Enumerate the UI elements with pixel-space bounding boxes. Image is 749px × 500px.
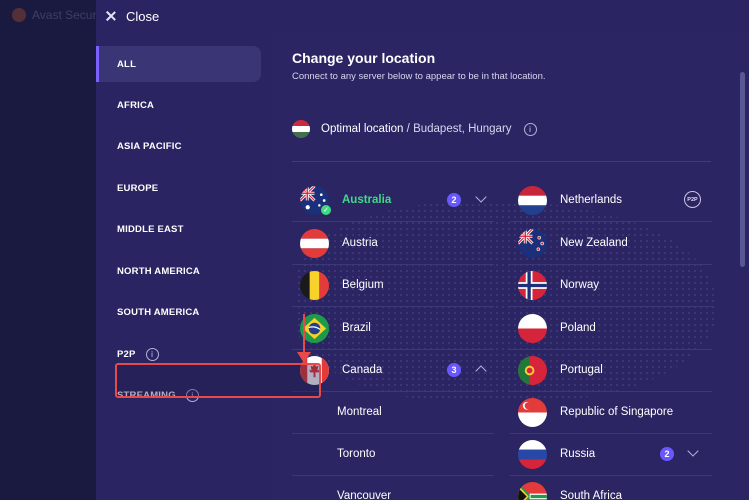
sidebar-item-label: NORTH AMERICA	[117, 265, 200, 277]
location-row-portugal[interactable]: Portugal	[518, 349, 712, 391]
location-name: New Zealand	[560, 237, 628, 249]
chevron-down-icon[interactable]	[687, 445, 699, 457]
location-name: Poland	[560, 322, 596, 334]
location-row-new-zealand[interactable]: New Zealand	[518, 222, 712, 264]
city-name: Vancouver	[337, 490, 392, 500]
chevron-up-icon[interactable]	[475, 365, 487, 377]
location-name: Brazil	[342, 322, 371, 334]
close-icon	[106, 11, 116, 21]
chevron-down-icon[interactable]	[475, 191, 487, 203]
page-subtitle: Connect to any server below to appear to…	[292, 71, 546, 82]
info-icon[interactable]: i	[145, 347, 159, 361]
optimal-location-city: Budapest, Hungary	[413, 123, 512, 135]
location-row-singapore[interactable]: Republic of Singapore	[518, 391, 712, 433]
server-count-badge: 3	[447, 363, 461, 377]
sidebar-item-europe[interactable]: EUROPE	[96, 170, 261, 206]
page-title: Change your location	[292, 50, 436, 66]
south-africa-flag-icon	[518, 481, 547, 500]
location-row-norway[interactable]: Norway	[518, 264, 712, 306]
location-row-belgium[interactable]: Belgium	[300, 264, 502, 306]
location-name: Norway	[560, 279, 599, 291]
location-name: South Africa	[560, 490, 623, 500]
location-row-russia[interactable]: Russia 2	[518, 433, 712, 475]
sidebar-item-label: AFRICA	[117, 99, 155, 111]
sidebar-item-north-america[interactable]: NORTH AMERICA	[96, 253, 261, 289]
optimal-location-separator: /	[406, 123, 410, 135]
optimal-location[interactable]: Optimal location / Budapest, Hungary i	[292, 120, 537, 138]
connected-check-icon: ✓	[320, 204, 332, 216]
topbar: Close	[96, 0, 749, 32]
sidebar-item-south-america[interactable]: SOUTH AMERICA	[96, 294, 261, 330]
new-zealand-flag-icon	[518, 228, 547, 258]
region-sidebar: ALL AFRICA ASIA PACIFIC EUROPE MIDDLE EA…	[96, 32, 272, 500]
annotation-highlight-box	[115, 363, 321, 398]
city-row-montreal[interactable]: Montreal	[292, 391, 494, 433]
hungary-flag-icon	[292, 120, 310, 138]
belgium-flag-icon	[300, 270, 329, 300]
p2p-badge: P2P	[684, 191, 701, 208]
info-icon[interactable]: i	[523, 122, 537, 136]
close-label: Close	[126, 8, 160, 24]
sidebar-item-label: ASIA PACIFIC	[117, 140, 182, 152]
city-name: Toronto	[337, 448, 376, 460]
location-name: Netherlands	[560, 194, 623, 206]
sidebar-item-asia-pacific[interactable]: ASIA PACIFIC	[96, 128, 261, 164]
location-row-poland[interactable]: Poland	[518, 307, 712, 349]
background-app-title-text: Avast Secure	[32, 8, 96, 22]
location-list-area: Change your location Connect to any serv…	[272, 32, 749, 500]
annotation-arrow-head-icon	[297, 352, 311, 363]
location-name: Belgium	[342, 279, 384, 291]
scrollbar-thumb[interactable]	[740, 72, 745, 267]
annotation-arrow	[303, 314, 305, 356]
server-count-badge: 2	[447, 193, 461, 207]
sidebar-item-label: P2P	[117, 348, 136, 360]
sidebar-item-label: SOUTH AMERICA	[117, 306, 200, 318]
sidebar-item-label: ALL	[117, 58, 137, 70]
avast-logo-icon	[12, 8, 26, 22]
location-name: Austria	[342, 237, 378, 249]
location-row-australia[interactable]: ✓ Australia 2	[300, 179, 502, 221]
austria-flag-icon	[300, 228, 329, 258]
portugal-flag-icon	[518, 355, 547, 385]
location-name: Australia	[342, 194, 392, 206]
background-app: Avast Secure	[0, 0, 96, 500]
optimal-location-label: Optimal location	[321, 123, 404, 135]
sidebar-item-africa[interactable]: AFRICA	[96, 87, 261, 123]
location-row-netherlands[interactable]: Netherlands P2P	[518, 179, 712, 221]
sidebar-item-middle-east[interactable]: MIDDLE EAST	[96, 211, 261, 247]
server-count-badge: 2	[660, 447, 674, 461]
netherlands-flag-icon	[518, 185, 547, 215]
norway-flag-icon	[518, 270, 547, 300]
location-name: Canada	[342, 364, 383, 376]
divider	[292, 161, 711, 162]
sidebar-item-label: EUROPE	[117, 182, 159, 194]
location-row-brazil[interactable]: Brazil	[300, 307, 502, 349]
location-row-canada[interactable]: Canada 3	[300, 349, 502, 391]
location-name: Republic of Singapore	[560, 406, 674, 418]
city-name: Montreal	[337, 406, 382, 418]
location-row-austria[interactable]: Austria	[300, 222, 502, 264]
location-name: Russia	[560, 448, 596, 460]
poland-flag-icon	[518, 313, 547, 343]
location-row-south-africa[interactable]: South Africa	[518, 475, 712, 500]
location-name: Portugal	[560, 364, 603, 376]
background-app-title: Avast Secure	[12, 8, 96, 22]
sidebar-item-all[interactable]: ALL	[96, 46, 261, 82]
singapore-flag-icon	[518, 397, 547, 427]
location-panel: Close ALL AFRICA ASIA PACIFIC EUROPE MID…	[96, 0, 749, 500]
city-row-vancouver[interactable]: Vancouver	[292, 475, 494, 500]
sidebar-item-label: MIDDLE EAST	[117, 223, 184, 235]
russia-flag-icon	[518, 439, 547, 469]
close-button[interactable]: Close	[106, 9, 159, 24]
city-row-toronto[interactable]: Toronto	[292, 433, 494, 475]
